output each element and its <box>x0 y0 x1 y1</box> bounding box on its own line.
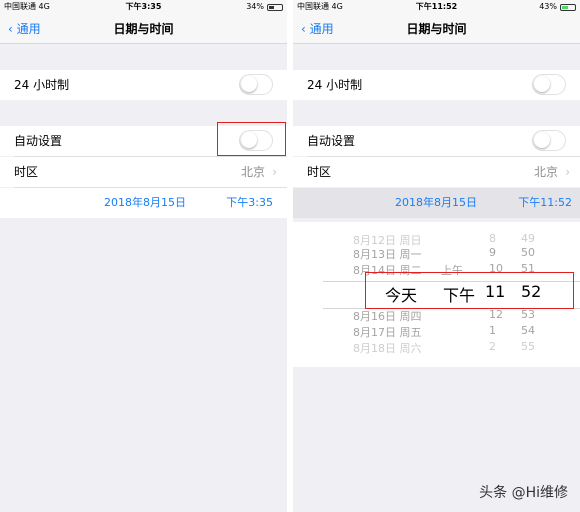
picker-date: 8月17日 周五 <box>353 326 422 339</box>
battery-icon <box>267 3 283 11</box>
chevron-right-icon: › <box>565 165 570 179</box>
battery-percent: 43% <box>539 2 557 11</box>
timezone-value: 北京 <box>533 165 558 179</box>
picker-row[interactable]: 8月13日 周一 9 50 <box>293 246 580 262</box>
picker-date: 8月18日 周六 <box>353 342 422 355</box>
row-date-time[interactable]: 2018年8月15日 下午11:52 <box>293 188 580 218</box>
row-24-hour-label: 24 小时制 <box>14 78 70 92</box>
timezone-label: 时区 <box>307 165 332 179</box>
status-bar: 中国联通 4G 下午3:35 34% <box>0 0 287 14</box>
toggle-24-hour[interactable] <box>532 74 566 95</box>
watermark: 头条 @Hi维修 <box>479 485 568 501</box>
status-time: 下午11:52 <box>415 2 458 11</box>
nav-bar: ‹ 通用 日期与时间 <box>0 14 287 44</box>
picker-min: 53 <box>521 308 535 321</box>
nav-bar: ‹ 通用 日期与时间 <box>293 14 580 44</box>
picker-date: 8月13日 周一 <box>353 248 422 261</box>
chevron-right-icon: › <box>272 165 277 179</box>
status-time: 下午3:35 <box>125 2 162 11</box>
timezone-label: 时区 <box>14 165 39 179</box>
timezone-value: 北京 <box>240 165 265 179</box>
picker-hour: 12 <box>489 308 503 321</box>
left-screen: 中国联通 4G 下午3:35 34% ‹ 通用 日期与时间 24 小时制 自动设… <box>0 0 287 512</box>
picker-hour: 9 <box>489 246 496 259</box>
row-date-time[interactable]: 2018年8月15日 下午3:35 <box>0 188 287 218</box>
time-value: 下午11:52 <box>518 196 572 209</box>
battery-icon <box>560 3 576 11</box>
row-timezone[interactable]: 时区 北京 › <box>293 157 580 187</box>
date-value: 2018年8月15日 <box>395 196 477 209</box>
row-auto-set-label: 自动设置 <box>307 134 356 148</box>
picker-row[interactable]: 8月16日 周四 12 53 <box>293 308 580 324</box>
highlight-box <box>217 122 286 156</box>
row-24-hour: 24 小时制 <box>293 70 580 100</box>
row-24-hour: 24 小时制 <box>0 70 287 100</box>
picker-min: 49 <box>521 232 535 245</box>
highlight-box <box>365 272 574 309</box>
status-bar: 中国联通 4G 下午11:52 43% <box>293 0 580 14</box>
toggle-24-hour[interactable] <box>239 74 273 95</box>
picker-row[interactable]: 8月17日 周五 1 54 <box>293 324 580 340</box>
toggle-auto-set[interactable] <box>532 130 566 151</box>
picker-min: 54 <box>521 324 535 337</box>
picker-hour: 1 <box>489 324 496 337</box>
battery-percent: 34% <box>246 2 264 11</box>
picker-hour: 2 <box>489 340 496 353</box>
date-value: 2018年8月15日 <box>104 196 186 209</box>
picker-min: 50 <box>521 246 535 259</box>
picker-date: 8月16日 周四 <box>353 310 422 323</box>
time-value: 下午3:35 <box>226 196 273 209</box>
row-auto-set: 自动设置 <box>293 126 580 156</box>
page-title: 日期与时间 <box>113 22 174 36</box>
row-timezone[interactable]: 时区 北京 › <box>0 157 287 187</box>
row-auto-set-label: 自动设置 <box>14 134 63 148</box>
page-title: 日期与时间 <box>406 22 467 36</box>
picker-min: 55 <box>521 340 535 353</box>
right-screen: 中国联通 4G 下午11:52 43% ‹ 通用 日期与时间 24 小时制 自动… <box>293 0 580 512</box>
picker-row[interactable]: 8月18日 周六 2 55 <box>293 340 580 356</box>
row-24-hour-label: 24 小时制 <box>307 78 363 92</box>
picker-hour: 8 <box>489 232 496 245</box>
